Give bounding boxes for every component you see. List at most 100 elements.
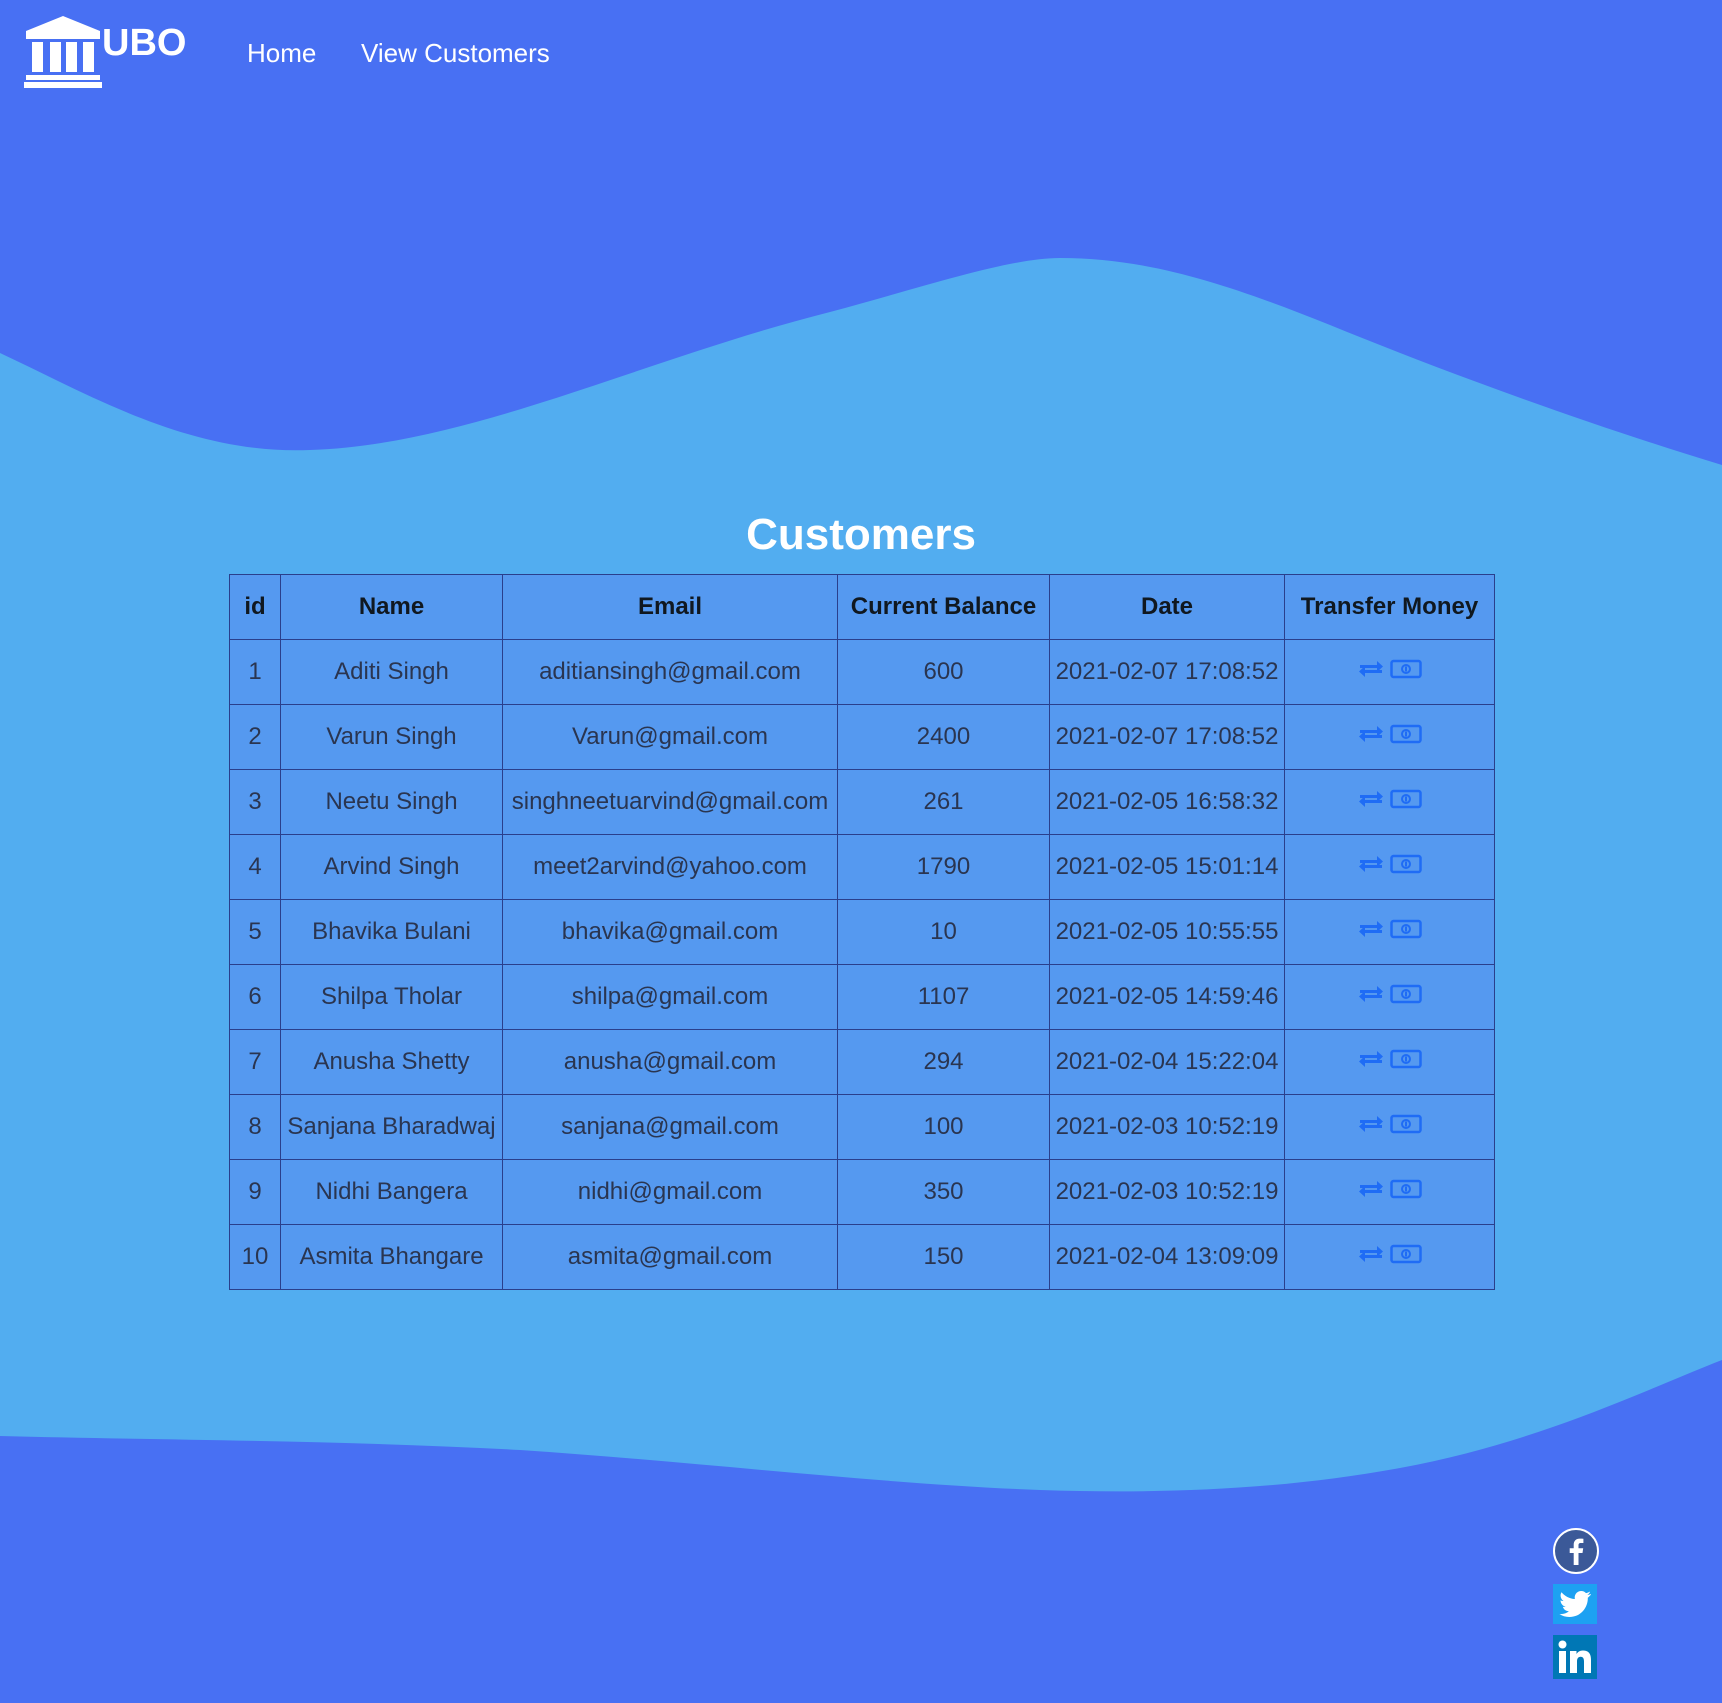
transfer-actions	[1358, 919, 1422, 939]
navbar: UBO Home View Customers	[0, 0, 1722, 110]
exchange-icon[interactable]	[1358, 724, 1384, 744]
cell-name: Bhavika Bulani	[280, 899, 503, 965]
cell-balance: 2400	[837, 704, 1050, 770]
exchange-icon[interactable]	[1358, 1244, 1384, 1264]
cell-email: anusha@gmail.com	[502, 1029, 838, 1095]
cell-id: 4	[229, 834, 281, 900]
cell-balance: 150	[837, 1224, 1050, 1290]
linkedin-icon[interactable]	[1553, 1635, 1597, 1679]
table-row: 10 Asmita Bhangare asmita@gmail.com 150 2021…	[229, 1224, 1495, 1290]
cell-email: Varun@gmail.com	[502, 704, 838, 770]
table-row: 9 Nidhi Bangera nidhi@gmail.com 350 2021-02-…	[229, 1159, 1495, 1225]
exchange-icon[interactable]	[1358, 1049, 1384, 1069]
cell-transfer-money	[1284, 1159, 1495, 1225]
money-bill-icon[interactable]	[1389, 1179, 1422, 1199]
exchange-icon[interactable]	[1358, 1114, 1384, 1134]
money-bill-icon[interactable]	[1389, 984, 1422, 1004]
money-bill-icon[interactable]	[1389, 919, 1422, 939]
money-bill-icon[interactable]	[1389, 1049, 1422, 1069]
nav-view-customers-link[interactable]: View Customers	[361, 38, 550, 69]
cell-email: asmita@gmail.com	[502, 1224, 838, 1290]
cell-id: 3	[229, 769, 281, 835]
cell-transfer-money	[1284, 899, 1495, 965]
money-bill-icon[interactable]	[1389, 854, 1422, 874]
money-bill-icon[interactable]	[1389, 659, 1422, 679]
cell-name: Shilpa Tholar	[280, 964, 503, 1030]
customers-table: id Name Email Current Balance Date Trans…	[229, 574, 1495, 1290]
cell-name: Arvind Singh	[280, 834, 503, 900]
money-bill-icon[interactable]	[1389, 724, 1422, 744]
exchange-icon[interactable]	[1358, 659, 1384, 679]
exchange-icon[interactable]	[1358, 854, 1384, 874]
cell-transfer-money	[1284, 964, 1495, 1030]
cell-transfer-money	[1284, 704, 1495, 770]
cell-date: 2021-02-05 16:58:32	[1049, 769, 1285, 835]
table-header-row: id Name Email Current Balance Date Trans…	[229, 574, 1495, 640]
cell-balance: 1790	[837, 834, 1050, 900]
money-bill-icon[interactable]	[1389, 1244, 1422, 1264]
cell-id: 6	[229, 964, 281, 1030]
cell-date: 2021-02-05 14:59:46	[1049, 964, 1285, 1030]
cell-id: 2	[229, 704, 281, 770]
cell-date: 2021-02-07 17:08:52	[1049, 704, 1285, 770]
cell-transfer-money	[1284, 1224, 1495, 1290]
cell-balance: 350	[837, 1159, 1050, 1225]
table-body: 1 Aditi Singh aditiansingh@gmail.com 600 202…	[229, 639, 1495, 1290]
cell-name: Anusha Shetty	[280, 1029, 503, 1095]
bank-icon	[24, 16, 102, 88]
cell-date: 2021-02-04 15:22:04	[1049, 1029, 1285, 1095]
nav-home-link[interactable]: Home	[247, 38, 316, 69]
table-row: 8 Sanjana Bharadwaj sanjana@gmail.com 100 20…	[229, 1094, 1495, 1160]
cell-name: Varun Singh	[280, 704, 503, 770]
cell-id: 9	[229, 1159, 281, 1225]
twitter-icon[interactable]	[1553, 1584, 1597, 1624]
cell-balance: 294	[837, 1029, 1050, 1095]
cell-name: Sanjana Bharadwaj	[280, 1094, 503, 1160]
cell-date: 2021-02-04 13:09:09	[1049, 1224, 1285, 1290]
cell-id: 8	[229, 1094, 281, 1160]
cell-email: sanjana@gmail.com	[502, 1094, 838, 1160]
cell-transfer-money	[1284, 639, 1495, 705]
cell-date: 2021-02-05 15:01:14	[1049, 834, 1285, 900]
brand-name[interactable]: UBO	[102, 22, 186, 65]
page-title: Customers	[746, 510, 976, 559]
table-row: 1 Aditi Singh aditiansingh@gmail.com 600 202…	[229, 639, 1495, 705]
transfer-actions	[1358, 854, 1422, 874]
table-row: 7 Anusha Shetty anusha@gmail.com 294 2021-02…	[229, 1029, 1495, 1095]
facebook-icon[interactable]	[1553, 1528, 1599, 1574]
cell-date: 2021-02-05 10:55:55	[1049, 899, 1285, 965]
transfer-actions	[1358, 1244, 1422, 1264]
transfer-actions	[1358, 1179, 1422, 1199]
exchange-icon[interactable]	[1358, 789, 1384, 809]
exchange-icon[interactable]	[1358, 984, 1384, 1004]
cell-name: Neetu Singh	[280, 769, 503, 835]
exchange-icon[interactable]	[1358, 1179, 1384, 1199]
table-row: 4 Arvind Singh meet2arvind@yahoo.com 1790 20…	[229, 834, 1495, 900]
cell-id: 7	[229, 1029, 281, 1095]
column-header-id: id	[229, 574, 281, 640]
transfer-actions	[1358, 1049, 1422, 1069]
cell-email: shilpa@gmail.com	[502, 964, 838, 1030]
cell-email: meet2arvind@yahoo.com	[502, 834, 838, 900]
cell-id: 10	[229, 1224, 281, 1290]
money-bill-icon[interactable]	[1389, 789, 1422, 809]
transfer-actions	[1358, 659, 1422, 679]
brand-link[interactable]	[24, 14, 102, 88]
cell-email: aditiansingh@gmail.com	[502, 639, 838, 705]
cell-balance: 1107	[837, 964, 1050, 1030]
exchange-icon[interactable]	[1358, 919, 1384, 939]
table-row: 2 Varun Singh Varun@gmail.com 2400 2021-02-0…	[229, 704, 1495, 770]
cell-balance: 10	[837, 899, 1050, 965]
column-header-date: Date	[1049, 574, 1285, 640]
cell-date: 2021-02-07 17:08:52	[1049, 639, 1285, 705]
cell-date: 2021-02-03 10:52:19	[1049, 1094, 1285, 1160]
transfer-actions	[1358, 724, 1422, 744]
table-row: 3 Neetu Singh singhneetuarvind@gmail.com 26…	[229, 769, 1495, 835]
cell-id: 1	[229, 639, 281, 705]
money-bill-icon[interactable]	[1389, 1114, 1422, 1134]
cell-name: Nidhi Bangera	[280, 1159, 503, 1225]
cell-email: bhavika@gmail.com	[502, 899, 838, 965]
column-header-name: Name	[280, 574, 503, 640]
cell-name: Aditi Singh	[280, 639, 503, 705]
cell-transfer-money	[1284, 769, 1495, 835]
